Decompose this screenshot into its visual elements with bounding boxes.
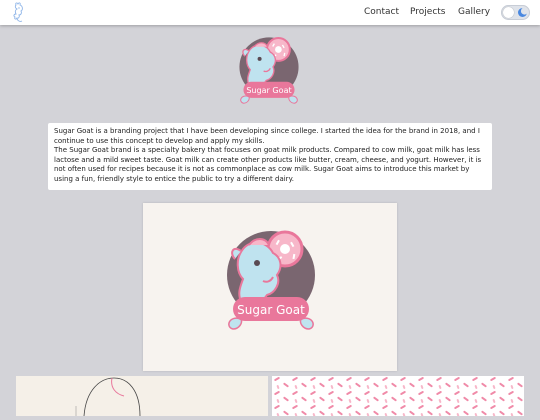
gallery-thumbnail-sketch[interactable]: [16, 376, 268, 417]
intro-card: Sugar Goat is a branding project that I …: [48, 123, 492, 190]
feature-image-card[interactable]: Sugar Goat: [143, 203, 397, 371]
brand-banner-text-large: Sugar Goat: [237, 303, 305, 317]
goat-outline-icon[interactable]: [11, 2, 27, 24]
intro-paragraph-1: Sugar Goat is a branding project that I …: [54, 127, 480, 145]
moon-icon: [518, 7, 528, 17]
sugar-goat-logo: Sugar Goat: [239, 37, 299, 104]
nav-link-contact[interactable]: Contact: [364, 7, 399, 17]
nav-link-gallery[interactable]: Gallery: [458, 7, 490, 17]
sketch-art: [75, 377, 141, 417]
nav-link-projects[interactable]: Projects: [410, 7, 445, 17]
intro-paragraph-2: The Sugar Goat brand is a specialty bake…: [54, 146, 482, 183]
brand-banner-text: Sugar Goat: [246, 86, 291, 95]
toggle-knob: [503, 7, 514, 18]
top-navbar: Contact Projects Gallery: [0, 0, 540, 25]
gallery-thumbnail-sprinkles[interactable]: [272, 376, 524, 416]
sprinkle-pattern: [272, 376, 524, 416]
sugar-goat-logo-large: Sugar Goat: [227, 230, 315, 330]
theme-toggle[interactable]: [501, 5, 530, 20]
